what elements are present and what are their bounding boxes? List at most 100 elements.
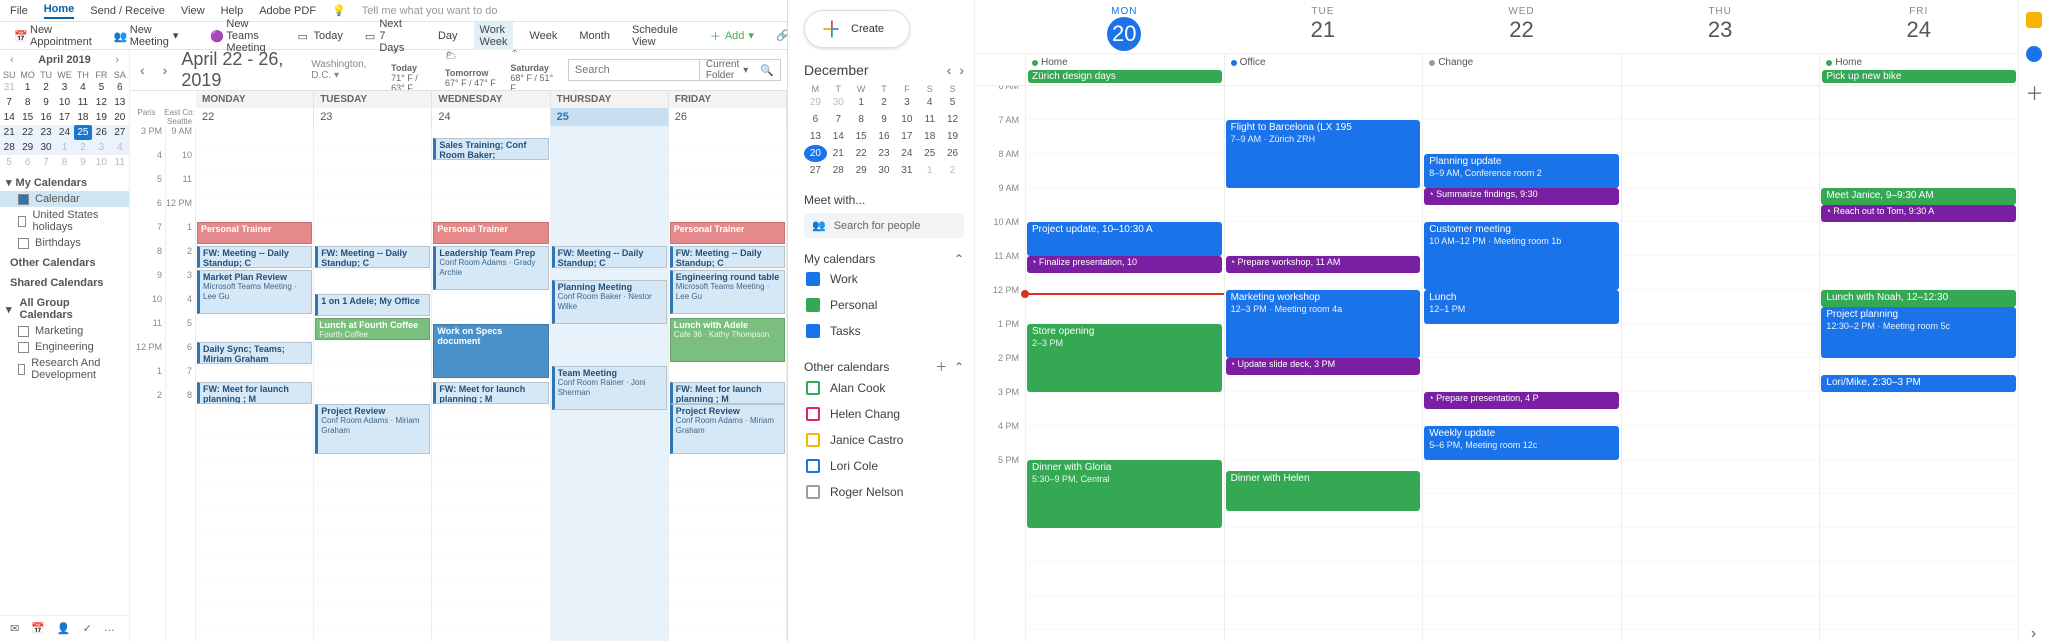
mini-day[interactable]: 23 [873,145,896,162]
add-button[interactable]: ＋ Add ▾ [704,26,760,46]
mini-day[interactable]: 12 [941,111,964,128]
calendar-event[interactable]: Market Plan ReviewMicrosoft Teams Meetin… [197,270,312,314]
mini-day[interactable]: 16 [873,128,896,145]
calendar-event[interactable]: Flight to Barcelona (LX 1957–9 AM · Züri… [1226,120,1421,188]
calendar-event[interactable]: Dinner with Helen [1226,471,1421,511]
mini-day[interactable]: 17 [55,110,73,125]
people-icon[interactable]: 👤 [57,622,71,635]
week-view-button[interactable]: Week [523,28,563,44]
mini-day[interactable]: 19 [941,128,964,145]
mini-day[interactable]: 25 [74,125,92,140]
calendar-event[interactable]: Project ReviewConf Room Adams · Miriam G… [315,404,430,454]
schedule-view-button[interactable]: Schedule View [626,22,684,50]
calendar-item[interactable]: Lori Cole [804,453,964,479]
mini-day[interactable]: 8 [55,155,73,170]
calendar-event[interactable]: FW: Meeting -- Daily Standup; C [197,246,312,268]
calendar-event[interactable]: ◔ Finalize presentation, 10 [1027,256,1222,273]
month-view-button[interactable]: Month [573,28,616,44]
calendar-event[interactable]: Lunch at Fourth CoffeeFourth Coffee [315,318,430,340]
mini-day[interactable]: 15 [18,110,36,125]
calendar-event[interactable]: Lunch with AdeleCafe 36 · Kathy Thompson [670,318,785,362]
mini-day[interactable]: 12 [92,95,110,110]
day-header[interactable]: FRI24 [1819,0,2018,53]
mini-day[interactable]: 4 [111,140,129,155]
gc-grid[interactable]: 6 AM7 AM8 AM9 AM10 AM11 AM12 PM1 PM2 PM3… [975,86,2018,641]
mini-day[interactable]: 9 [873,111,896,128]
calendar-event[interactable]: FW: Meet for launch planning ; M [670,382,785,404]
mini-day[interactable]: 24 [895,145,918,162]
calendar-item[interactable]: United States holidays [0,207,129,235]
mini-day[interactable]: 25 [918,145,941,162]
day-header[interactable]: WED22 [1422,0,1621,53]
calendar-event[interactable]: ◔ Reach out to Tom, 9:30 A [1821,205,2016,222]
prev-week-icon[interactable]: ‹ [136,62,149,78]
tasks-icon[interactable] [2026,46,2042,62]
next-month-icon[interactable]: › [111,54,123,66]
mini-day[interactable]: 2 [941,162,964,179]
mini-cal[interactable]: 3112345678910111213141516171819202122232… [0,80,129,170]
calendar-event[interactable]: FW: Meeting -- Daily Standup; C [315,246,430,268]
mini-day[interactable]: 14 [0,110,18,125]
mini-day[interactable]: 13 [804,128,827,145]
mini-day[interactable]: 20 [111,110,129,125]
mini-day[interactable]: 29 [850,162,873,179]
mini-day[interactable]: 26 [92,125,110,140]
calendar-event[interactable]: Customer meeting10 AM–12 PM · Meeting ro… [1424,222,1619,290]
mini-day[interactable]: 22 [18,125,36,140]
mini-day[interactable]: 21 [0,125,18,140]
mini-day[interactable]: 30 [873,162,896,179]
mini-day[interactable]: 19 [92,110,110,125]
mini-day[interactable]: 27 [111,125,129,140]
calendar-event[interactable]: ◔ Prepare workshop, 11 AM [1226,256,1421,273]
prev-month-icon[interactable]: ‹ [947,62,952,78]
allday-event[interactable]: Zürich design days [1028,70,1222,83]
calendar-event[interactable]: ◔ Prepare presentation, 4 P [1424,392,1619,409]
search-scope[interactable]: Current Folder ▾ [699,59,754,81]
next-month-icon[interactable]: › [959,62,964,78]
new-appointment-button[interactable]: 📅New Appointment [8,22,98,50]
calendar-event[interactable]: Personal Trainer [433,222,548,244]
mini-day[interactable]: 9 [37,95,55,110]
mail-icon[interactable]: ✉ [10,622,19,635]
my-calendars-header[interactable]: ▾ My Calendars [0,170,129,191]
keep-icon[interactable] [2026,12,2042,28]
mini-day[interactable]: 5 [0,155,18,170]
mini-day[interactable]: 16 [37,110,55,125]
mini-day[interactable]: 17 [895,128,918,145]
mini-day[interactable]: 5 [941,94,964,111]
calendar-event[interactable]: FW: Meet for launch planning ; M [433,382,548,404]
mini-day[interactable]: 28 [0,140,18,155]
search-input[interactable] [569,64,699,76]
menu-item[interactable]: View [181,5,205,17]
calendar-event[interactable]: Personal Trainer [670,222,785,244]
next-week-icon[interactable]: › [159,62,172,78]
prev-month-icon[interactable]: ‹ [6,54,18,66]
my-calendars-header[interactable]: My calendars⌃ [804,252,964,266]
mini-day[interactable]: 22 [850,145,873,162]
add-icon[interactable]: ＋ [935,360,947,374]
allday-chip[interactable]: Home [1028,56,1222,69]
chevron-up-icon[interactable]: ⌃ [954,360,964,374]
today-button[interactable]: ▭Today [292,28,349,44]
mini-day[interactable]: 10 [895,111,918,128]
mini-day[interactable]: 29 [18,140,36,155]
calendar-event[interactable]: Personal Trainer [197,222,312,244]
calendar-item[interactable]: Research And Development [0,355,129,383]
mini-day[interactable]: 15 [850,128,873,145]
mini-day[interactable]: 1 [850,94,873,111]
calendar-event[interactable]: Sales Training; Conf Room Baker; [433,138,548,160]
calendar-event[interactable]: ◔ Update slide deck, 3 PM [1226,358,1421,375]
calendar-item[interactable]: Marketing [0,323,129,339]
menu-item[interactable]: File [10,5,28,17]
calendar-event[interactable]: Planning MeetingConf Room Baker · Nestor… [552,280,667,324]
calendar-event[interactable]: Engineering round tableMicrosoft Teams M… [670,270,785,314]
calendar-event[interactable]: Project planning12:30–2 PM · Meeting roo… [1821,307,2016,358]
mini-day[interactable]: 3 [895,94,918,111]
calendar-event[interactable]: Team MeetingConf Room Rainer · Joni Sher… [552,366,667,410]
mini-day[interactable]: 28 [827,162,850,179]
chevron-up-icon[interactable]: ⌃ [954,252,964,266]
calendar-event[interactable]: Lunch12–1 PM [1424,290,1619,324]
calendar-event[interactable]: Planning update8–9 AM, Conference room 2 [1424,154,1619,188]
create-button[interactable]: Create [804,10,910,48]
calendar-item[interactable]: ✓Tasks [804,318,964,344]
